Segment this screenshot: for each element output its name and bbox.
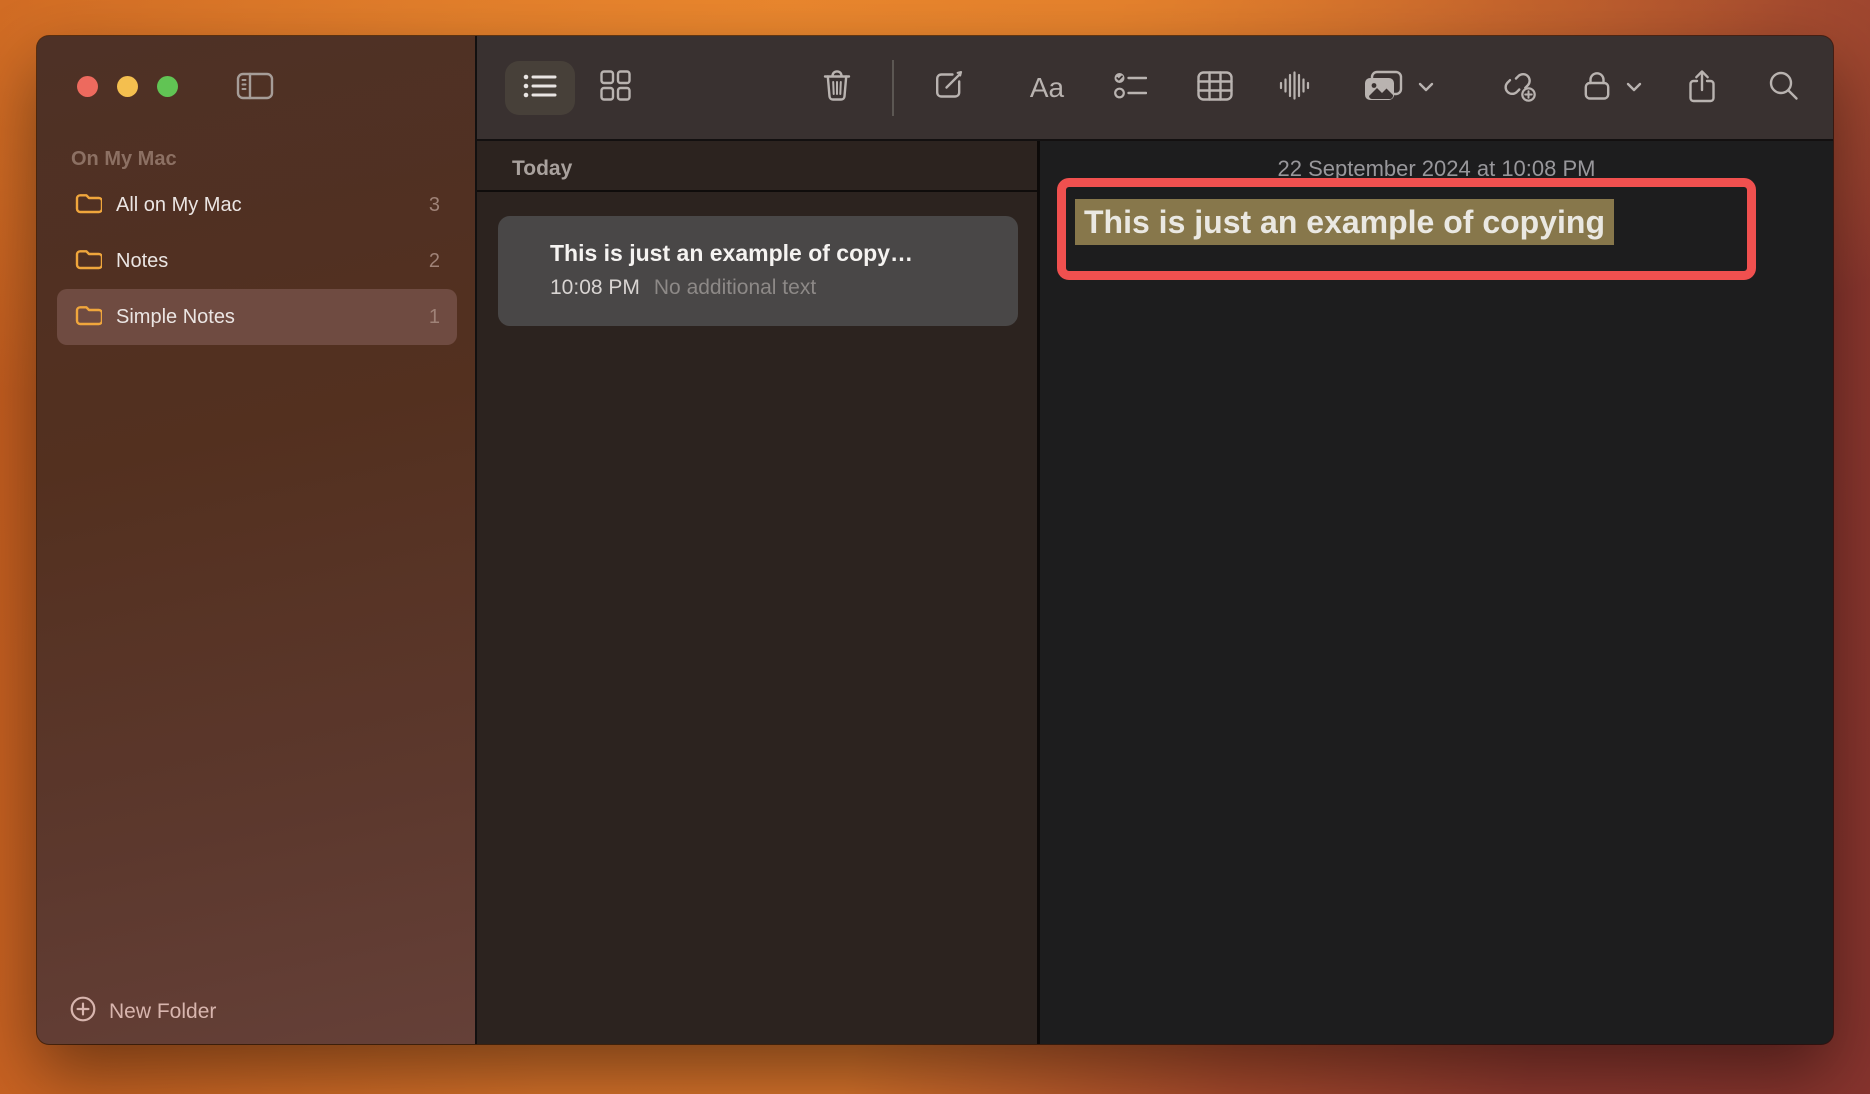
add-link-icon bbox=[1501, 69, 1537, 107]
sidebar-toggle-icon bbox=[236, 71, 274, 106]
folder-count: 3 bbox=[429, 194, 440, 217]
checklist-button[interactable] bbox=[1103, 61, 1157, 115]
sidebar-item-simple-notes[interactable]: Simple Notes 1 bbox=[57, 289, 457, 345]
folder-count: 1 bbox=[429, 306, 440, 329]
table-icon bbox=[1197, 71, 1233, 106]
lock-button[interactable] bbox=[1570, 61, 1624, 115]
gallery-view-icon bbox=[600, 70, 631, 106]
folder-label: Notes bbox=[116, 250, 168, 273]
chevron-down-icon[interactable] bbox=[1415, 76, 1437, 98]
close-button[interactable] bbox=[77, 76, 98, 97]
note-list-pane: Today This is just an example of copy… 1… bbox=[477, 141, 1040, 1044]
folder-icon bbox=[75, 191, 102, 220]
sidebar-toggle-button[interactable] bbox=[233, 70, 277, 106]
toolbar-separator bbox=[892, 60, 894, 116]
search-icon bbox=[1768, 70, 1799, 106]
folder-icon bbox=[75, 247, 102, 276]
minimize-button[interactable] bbox=[117, 76, 138, 97]
new-folder-button[interactable]: New Folder bbox=[70, 996, 216, 1028]
note-list-divider bbox=[477, 190, 1037, 192]
format-icon: Aa bbox=[1030, 72, 1064, 104]
folder-count: 2 bbox=[429, 250, 440, 273]
notes-window: On My Mac All on My Mac 3 Notes 2 bbox=[37, 36, 1833, 1044]
compose-icon bbox=[933, 70, 964, 106]
share-button[interactable] bbox=[1675, 61, 1729, 115]
plus-circle-icon bbox=[70, 996, 96, 1028]
delete-note-button[interactable] bbox=[810, 61, 864, 115]
sidebar-item-notes[interactable]: Notes 2 bbox=[57, 233, 457, 289]
checklist-icon bbox=[1114, 72, 1147, 104]
audio-button[interactable] bbox=[1267, 61, 1321, 115]
chevron-down-icon[interactable] bbox=[1623, 76, 1645, 98]
note-item-title: This is just an example of copy… bbox=[550, 240, 1000, 267]
trash-icon bbox=[822, 69, 852, 107]
table-button[interactable] bbox=[1188, 61, 1242, 115]
note-title-selected-text[interactable]: This is just an example of copying bbox=[1075, 199, 1614, 245]
folder-icon bbox=[75, 303, 102, 332]
new-folder-label: New Folder bbox=[109, 1000, 216, 1024]
zoom-button[interactable] bbox=[157, 76, 178, 97]
folder-label: All on My Mac bbox=[116, 194, 242, 217]
note-item-preview: No additional text bbox=[654, 276, 816, 300]
gallery-view-button[interactable] bbox=[588, 61, 642, 115]
sidebar: On My Mac All on My Mac 3 Notes 2 bbox=[37, 36, 477, 1044]
list-view-icon bbox=[522, 72, 558, 105]
toolbar: Aa bbox=[477, 36, 1833, 141]
list-view-button[interactable] bbox=[505, 61, 575, 115]
search-button[interactable] bbox=[1756, 61, 1810, 115]
share-icon bbox=[1688, 69, 1716, 108]
window-controls bbox=[77, 76, 178, 97]
sidebar-section-header: On My Mac bbox=[71, 148, 177, 171]
note-editor-pane[interactable]: 22 September 2024 at 10:08 PM This is ju… bbox=[1040, 141, 1833, 1044]
folder-list: All on My Mac 3 Notes 2 Simple Not bbox=[57, 177, 457, 345]
compose-note-button[interactable] bbox=[921, 61, 975, 115]
media-button[interactable] bbox=[1356, 61, 1410, 115]
folder-label: Simple Notes bbox=[116, 306, 235, 329]
note-list-section-header: Today bbox=[512, 157, 572, 181]
audio-waveform-icon bbox=[1279, 70, 1310, 106]
lock-icon bbox=[1584, 70, 1610, 106]
format-button[interactable]: Aa bbox=[1020, 61, 1074, 115]
note-item-time: 10:08 PM bbox=[550, 276, 640, 300]
sidebar-item-all-on-my-mac[interactable]: All on My Mac 3 bbox=[57, 177, 457, 233]
add-link-button[interactable] bbox=[1492, 61, 1546, 115]
note-list-item[interactable]: This is just an example of copy… 10:08 P… bbox=[498, 216, 1018, 326]
media-icon bbox=[1363, 70, 1403, 107]
